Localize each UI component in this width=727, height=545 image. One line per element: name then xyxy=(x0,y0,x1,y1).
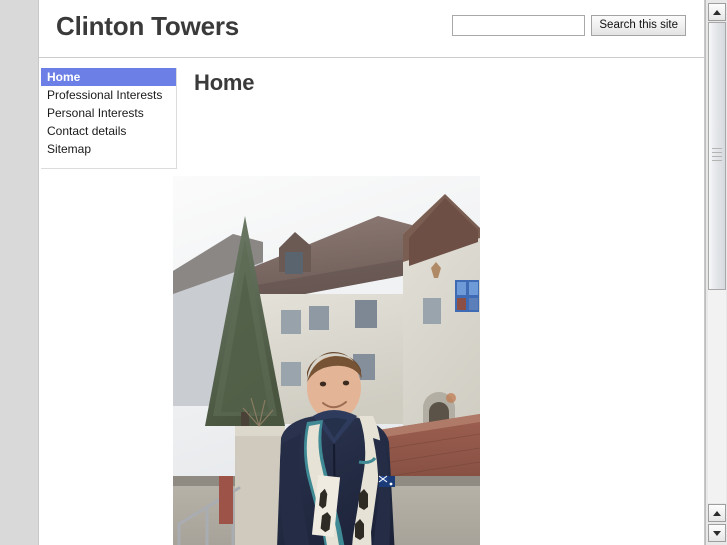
sidebar-item-sitemap[interactable]: Sitemap xyxy=(41,140,176,158)
scroll-down-icon xyxy=(713,531,721,536)
vertical-scrollbar[interactable] xyxy=(705,0,727,545)
sidebar-navigation: Home Professional Interests Personal Int… xyxy=(41,68,177,169)
sidebar-item-label[interactable]: Professional Interests xyxy=(41,86,176,104)
search-submit-button[interactable]: Search this site xyxy=(591,15,686,36)
search-input[interactable] xyxy=(452,15,586,36)
scrollbar-thumb[interactable] xyxy=(708,22,726,290)
scroll-down-button[interactable] xyxy=(708,524,726,542)
sidebar-item-label[interactable]: Sitemap xyxy=(41,140,176,158)
sidebar-item-home[interactable]: Home xyxy=(41,68,176,86)
browser-viewport: Clinton Towers Search this site Home Pro… xyxy=(0,0,727,545)
content-photo-wrapper xyxy=(173,176,480,545)
scrollbar-track[interactable] xyxy=(708,22,726,503)
scrollbar-grip-icon xyxy=(712,148,722,164)
page-body: Home Professional Interests Personal Int… xyxy=(39,58,704,545)
scroll-up-icon xyxy=(713,10,721,15)
site-title: Clinton Towers xyxy=(56,11,240,41)
sidebar-item-contact-details[interactable]: Contact details xyxy=(41,122,176,140)
nav-list: Home Professional Interests Personal Int… xyxy=(41,68,176,158)
scroll-up-button-bottom[interactable] xyxy=(708,504,726,522)
scroll-up-button[interactable] xyxy=(708,3,726,21)
site-search: Search this site xyxy=(452,15,686,36)
sidebar-item-label[interactable]: Home xyxy=(41,68,176,86)
sidebar-item-label[interactable]: Personal Interests xyxy=(41,104,176,122)
page-frame: Clinton Towers Search this site Home Pro… xyxy=(38,0,705,545)
sidebar-item-professional-interests[interactable]: Professional Interests xyxy=(41,86,176,104)
content-photo xyxy=(173,176,480,545)
page-title: Home xyxy=(194,70,255,95)
site-header: Clinton Towers Search this site xyxy=(39,0,704,58)
sidebar-item-label[interactable]: Contact details xyxy=(41,122,176,140)
scroll-up-icon xyxy=(713,511,721,516)
sidebar-item-personal-interests[interactable]: Personal Interests xyxy=(41,104,176,122)
